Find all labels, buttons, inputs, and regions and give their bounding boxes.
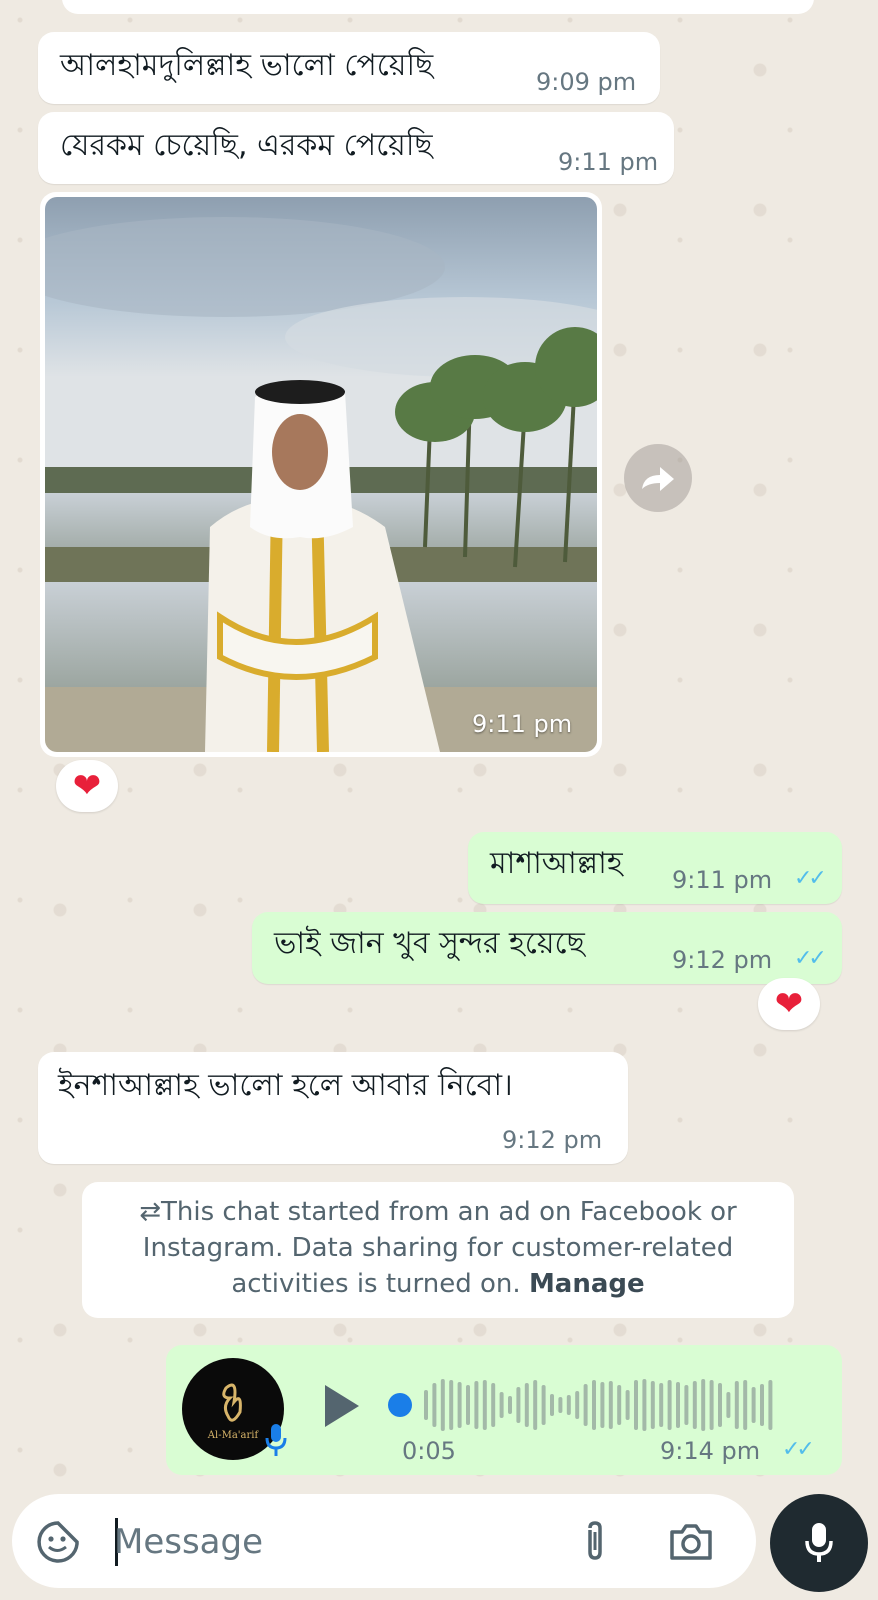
message-time: 9:11 pm — [558, 148, 659, 176]
waveform-bar — [608, 1381, 613, 1429]
waveform-bar — [491, 1383, 496, 1427]
waveform-bar — [709, 1380, 714, 1430]
waveform-bar — [550, 1394, 554, 1416]
waveform-bar — [457, 1382, 462, 1428]
waveform-bar — [650, 1381, 655, 1429]
play-button[interactable] — [316, 1381, 366, 1431]
waveform-bar — [449, 1380, 454, 1430]
outgoing-message[interactable]: ভাই জান খুব সুন্দর হয়েছে 9:12 pm ✓✓ — [252, 912, 842, 984]
waveform-bar — [516, 1387, 521, 1423]
message-text: ভাই জান খুব সুন্দর হয়েছে — [274, 926, 585, 961]
waveform-bar — [734, 1381, 739, 1429]
photo-reaction[interactable]: ❤ — [56, 760, 118, 812]
waveform-bar — [625, 1390, 630, 1420]
photo-time: 9:11 pm — [472, 710, 573, 738]
message-text: যেরকম চেয়েছি, এরকম পেয়েছি — [60, 128, 433, 163]
voice-record-button[interactable] — [770, 1494, 868, 1592]
waveform-bar — [533, 1380, 538, 1430]
read-ticks-icon: ✓✓ — [794, 946, 827, 971]
waveform-bar — [440, 1379, 445, 1431]
incoming-message[interactable]: যেরকম চেয়েছি, এরকম পেয়েছি 9:11 pm — [38, 112, 674, 184]
outgoing-reaction[interactable]: ❤ — [758, 978, 820, 1030]
message-time: 9:09 pm — [536, 68, 637, 96]
message-time: 9:12 pm — [672, 946, 773, 974]
waveform-bar — [684, 1385, 689, 1425]
waveform-bar — [692, 1381, 697, 1429]
message-time: 9:11 pm — [672, 866, 773, 894]
waveform-bar — [592, 1380, 596, 1430]
voice-progress-dot — [388, 1393, 412, 1417]
ad-data-sharing-notice[interactable]: ⇄This chat started from an ad on Faceboo… — [82, 1182, 794, 1318]
waveform-bar — [474, 1381, 479, 1429]
outgoing-message[interactable]: মাশাআল্লাহ 9:11 pm ✓✓ — [468, 832, 842, 904]
photo[interactable] — [45, 197, 597, 752]
outgoing-voice-message[interactable]: Al-Ma'arif 0:05 9:14 pm ✓✓ — [166, 1345, 842, 1475]
forward-icon — [642, 467, 674, 491]
message-text: আলহামদুলিল্লাহ ভালো পেয়েছি — [60, 48, 434, 83]
waveform-bar — [718, 1383, 722, 1427]
waveform-bar — [482, 1380, 487, 1430]
manage-link[interactable]: Manage — [529, 1269, 645, 1299]
avatar-text: Al-Ma'arif — [207, 1430, 260, 1441]
sticker-icon — [37, 1521, 79, 1563]
notice-line: Instagram. Data sharing for customer-rel… — [142, 1233, 734, 1263]
waveform-bar — [634, 1380, 638, 1430]
waveform-bar — [583, 1384, 588, 1426]
heart-reaction-icon: ❤ — [72, 766, 102, 806]
heart-reaction-icon: ❤ — [774, 984, 804, 1024]
waveform-bar — [466, 1385, 470, 1425]
message-text: ইনশাআল্লাহ ভালো হলে আবার নিবো। — [58, 1068, 513, 1103]
waveform-bar — [617, 1385, 622, 1425]
message-text: মাশাআল্লাহ — [490, 846, 623, 881]
waveform-bar — [751, 1387, 756, 1423]
incoming-photo-message[interactable]: 9:11 pm — [40, 192, 602, 757]
forward-button[interactable] — [624, 444, 692, 512]
play-icon — [325, 1385, 359, 1427]
waveform-bar — [424, 1390, 428, 1420]
message-input[interactable] — [112, 1516, 576, 1568]
read-ticks-icon: ✓✓ — [794, 866, 827, 891]
waveform-bar — [508, 1396, 512, 1414]
camera-button[interactable] — [666, 1518, 716, 1566]
notice-line-3: activities is turned on. Manage — [231, 1269, 645, 1299]
waveform-bar — [642, 1379, 647, 1431]
waveform-bar — [541, 1385, 546, 1425]
voice-duration: 0:05 — [402, 1437, 456, 1465]
message-time: 9:14 pm — [660, 1437, 761, 1465]
waveform-bar — [760, 1384, 764, 1426]
waveform-bar — [676, 1382, 680, 1428]
notice-line: ⇄This chat started from an ad on Faceboo… — [139, 1197, 737, 1227]
previous-message-bubble[interactable] — [62, 0, 814, 14]
mic-icon — [805, 1523, 833, 1562]
waveform-bar — [743, 1380, 748, 1430]
waveform-bar — [524, 1383, 529, 1427]
waveform-bar — [575, 1391, 580, 1419]
mic-badge-icon — [260, 1418, 292, 1462]
waveform-bar — [667, 1380, 672, 1430]
waveform-bar — [566, 1395, 571, 1415]
waveform-bar — [432, 1383, 437, 1427]
waveform-bar — [558, 1397, 563, 1413]
sticker-button[interactable] — [34, 1518, 82, 1566]
waveform-bar — [701, 1379, 706, 1431]
waveform-bar — [726, 1392, 731, 1418]
waveform-bar — [499, 1392, 504, 1418]
voice-waveform[interactable] — [388, 1375, 788, 1435]
attach-icon — [588, 1521, 602, 1560]
avatar[interactable]: Al-Ma'arif — [182, 1358, 287, 1460]
incoming-message[interactable]: আলহামদুলিল্লাহ ভালো পেয়েছি 9:09 pm — [38, 32, 660, 104]
waveform-bar — [768, 1380, 773, 1430]
message-time: 9:12 pm — [502, 1126, 603, 1154]
photo-image — [45, 197, 597, 752]
read-ticks-icon: ✓✓ — [782, 1437, 815, 1462]
message-composer[interactable] — [12, 1494, 756, 1588]
waveform-bar — [659, 1383, 664, 1427]
incoming-message[interactable]: ইনশাআল্লাহ ভালো হলে আবার নিবো। 9:12 pm — [38, 1052, 628, 1164]
waveform-bar — [600, 1382, 605, 1428]
attach-button[interactable] — [572, 1518, 618, 1566]
camera-icon — [670, 1524, 712, 1560]
